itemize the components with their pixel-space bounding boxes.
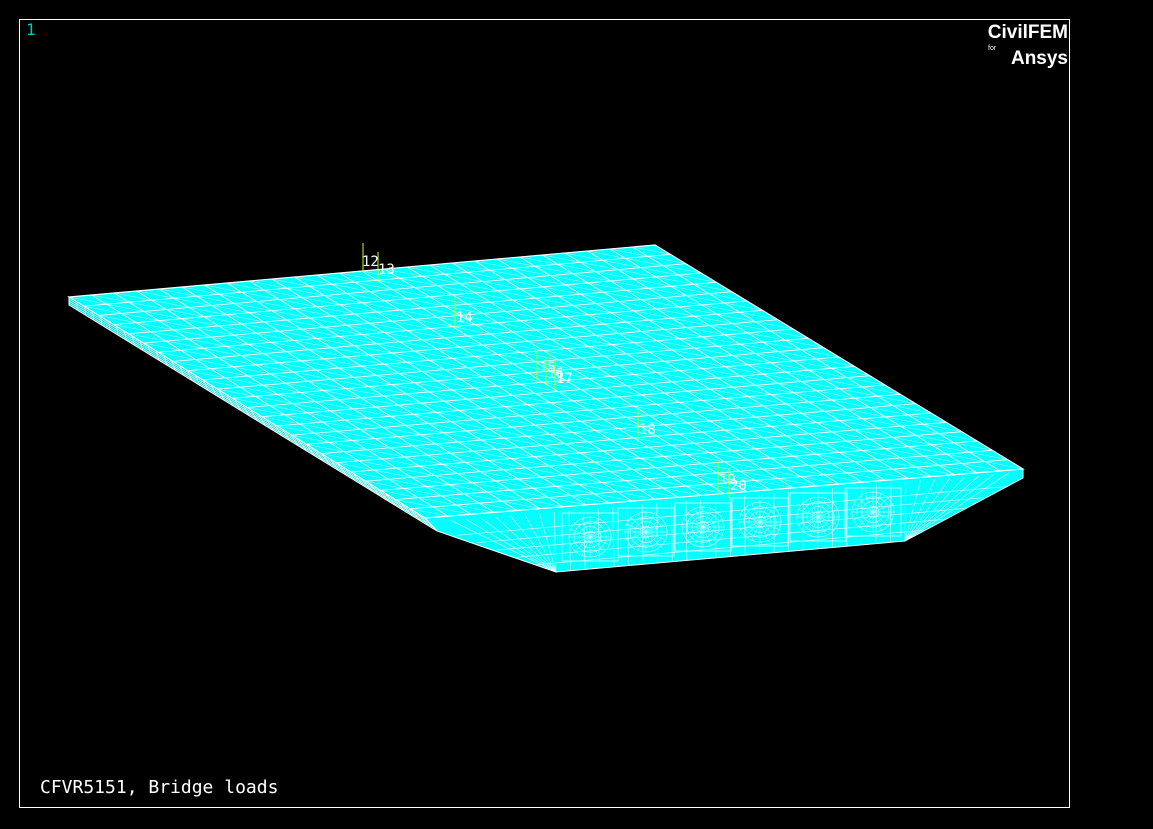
- plot-caption: CFVR5151, Bridge loads: [40, 777, 279, 798]
- load-label-14: 14: [456, 310, 473, 326]
- load-label-12: 12: [362, 254, 379, 270]
- load-label-17: 17: [556, 371, 573, 387]
- bridge-mesh-model[interactable]: 12 13 14 15 16 17 18 19 20: [0, 0, 1153, 829]
- load-marker: 13: [377, 252, 395, 281]
- load-marker: 12: [362, 243, 379, 272]
- load-label-13: 13: [378, 262, 395, 278]
- load-label-20: 20: [730, 478, 747, 494]
- graphics-window[interactable]: 1 CivilFEM for Ansys 12 13 14 15 16 17 1…: [0, 0, 1153, 829]
- load-label-18: 18: [639, 422, 656, 438]
